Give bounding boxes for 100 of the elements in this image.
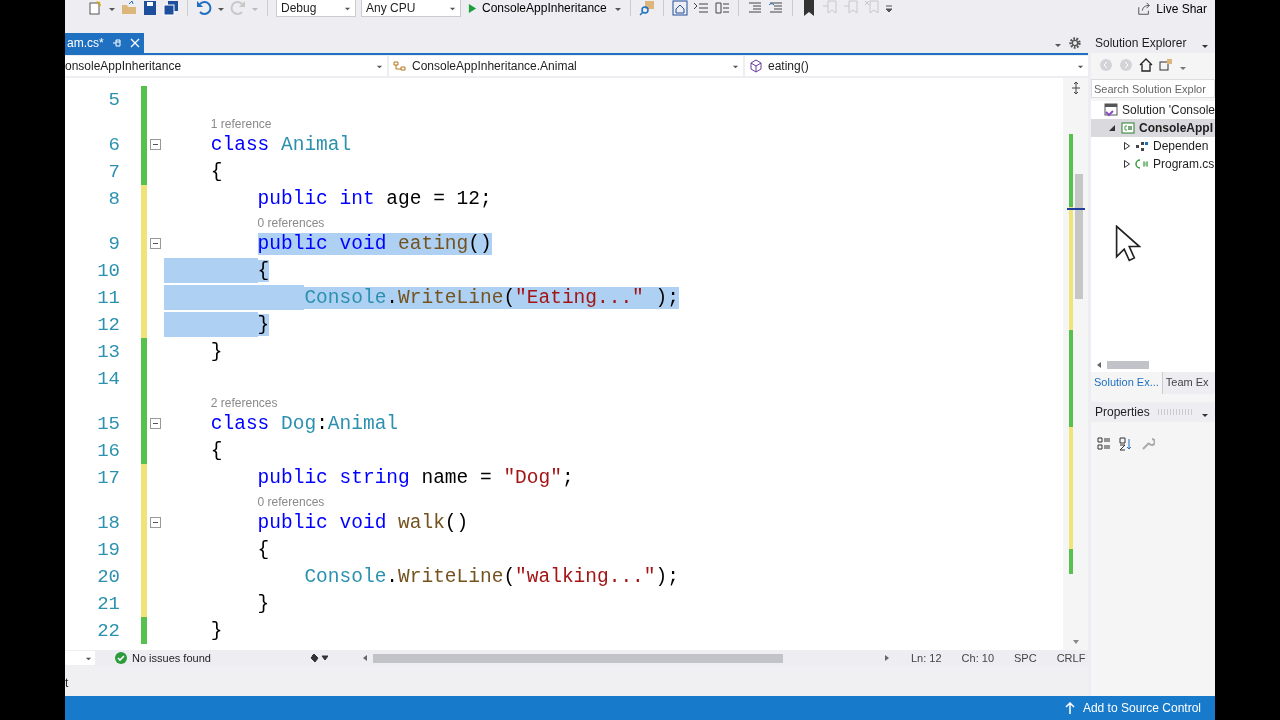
panel-tab[interactable]: Solution Ex... bbox=[1091, 372, 1163, 394]
code-line: } bbox=[257, 592, 270, 615]
line-number: 19 bbox=[96, 538, 121, 561]
split-icon[interactable] bbox=[1069, 82, 1082, 94]
line-number: 6 bbox=[107, 133, 121, 156]
dropdown-arrow-icon[interactable] bbox=[1054, 41, 1062, 49]
line-indicator: Ln: 12 bbox=[911, 652, 942, 664]
tree-item[interactable]: ConsoleAppI bbox=[1091, 119, 1215, 137]
alphabetical-sort-icon[interactable] bbox=[1119, 437, 1133, 451]
line-number: 22 bbox=[96, 619, 121, 642]
panel-title: Properties bbox=[1095, 405, 1150, 419]
codelens-reference[interactable]: 0 references bbox=[257, 495, 325, 509]
code-line: public void walk() bbox=[257, 511, 469, 534]
save-all-icon[interactable] bbox=[163, 0, 179, 16]
code-line: { bbox=[210, 160, 223, 183]
codelens-reference[interactable]: 1 reference bbox=[210, 117, 272, 131]
scroll-down-icon[interactable] bbox=[1071, 638, 1080, 646]
line-number: 9 bbox=[107, 232, 121, 255]
column-indicator: Ch: 10 bbox=[961, 652, 994, 664]
start-button[interactable]: ConsoleAppInheritance bbox=[466, 0, 609, 16]
document-tab[interactable]: am.cs* bbox=[65, 33, 144, 53]
dropdown-arrow-icon[interactable] bbox=[613, 5, 622, 13]
switch-views-icon[interactable] bbox=[1159, 58, 1173, 72]
line-number: 18 bbox=[96, 511, 121, 534]
collapse-icon[interactable] bbox=[150, 517, 161, 528]
search-field[interactable]: Search Solution Explor bbox=[1091, 79, 1215, 98]
cleanup-brush-icon[interactable] bbox=[310, 653, 328, 663]
home-icon[interactable] bbox=[1139, 58, 1153, 72]
settings-icon[interactable] bbox=[1068, 36, 1082, 50]
csharp-project-icon bbox=[1121, 121, 1135, 135]
dropdown-arrow-icon[interactable] bbox=[217, 5, 225, 13]
code-line: } bbox=[210, 619, 223, 642]
code-line: public int age = 12; bbox=[257, 187, 492, 210]
play-icon bbox=[468, 2, 477, 14]
issues-status[interactable]: No issues found bbox=[132, 652, 211, 664]
new-project-icon[interactable] bbox=[87, 0, 103, 16]
indent-icon[interactable] bbox=[692, 0, 709, 16]
close-icon[interactable] bbox=[129, 38, 140, 48]
type-dropdown[interactable]: ConsoleAppInheritance.Animal bbox=[389, 56, 743, 76]
project-dropdown[interactable]: onsoleAppInheritance bbox=[65, 56, 387, 76]
categorized-icon[interactable] bbox=[1097, 437, 1111, 451]
line-number: 15 bbox=[96, 412, 121, 435]
whitespace-indicator: SPC bbox=[1014, 652, 1037, 664]
save-icon[interactable] bbox=[142, 0, 158, 16]
code-line: { bbox=[257, 538, 270, 561]
line-number: 12 bbox=[96, 313, 121, 336]
collapsed-icon[interactable] bbox=[1123, 160, 1131, 168]
line-number: 21 bbox=[96, 592, 121, 615]
code-line: class Dog:Animal bbox=[210, 412, 399, 435]
line-number: 8 bbox=[107, 187, 121, 210]
pin-icon[interactable] bbox=[111, 38, 122, 48]
codelens-reference[interactable]: 2 references bbox=[210, 396, 278, 410]
collapse-icon[interactable] bbox=[150, 418, 161, 429]
expanded-icon[interactable] bbox=[1109, 124, 1117, 132]
add-to-source-control-button[interactable]: Add to Source Control bbox=[1058, 700, 1207, 716]
line-number: 11 bbox=[96, 286, 121, 309]
scroll-left-icon[interactable] bbox=[361, 654, 369, 662]
code-line: { bbox=[210, 439, 223, 462]
code-line: public string name = "Dog"; bbox=[257, 466, 574, 489]
find-in-files-icon[interactable] bbox=[638, 0, 655, 16]
collapsed-icon[interactable] bbox=[1123, 142, 1131, 150]
up-arrow-icon bbox=[1064, 702, 1075, 714]
scroll-right-icon[interactable] bbox=[883, 654, 891, 662]
line-number: 7 bbox=[107, 160, 121, 183]
code-line: Console.WriteLine("Eating..." ); bbox=[304, 286, 679, 309]
codelens-reference[interactable]: 0 references bbox=[257, 216, 325, 230]
output-text: t bbox=[65, 676, 69, 690]
line-number: 16 bbox=[96, 439, 121, 462]
tree-item[interactable]: Solution 'Console bbox=[1091, 101, 1215, 119]
collapse-icon[interactable] bbox=[150, 139, 161, 150]
panel-tab[interactable]: Team Ex bbox=[1162, 372, 1212, 394]
line-number: 10 bbox=[96, 259, 121, 282]
home-icon[interactable] bbox=[671, 0, 688, 16]
dropdown-arrow-icon[interactable] bbox=[108, 5, 116, 13]
member-dropdown[interactable]: eating() bbox=[745, 56, 1088, 76]
platform-dropdown[interactable]: Any CPU bbox=[361, 0, 461, 17]
live-share-button[interactable]: Live Shar bbox=[1137, 0, 1207, 17]
check-icon bbox=[115, 652, 127, 664]
share-icon bbox=[1137, 1, 1152, 16]
csharp-file-icon bbox=[1135, 157, 1149, 171]
scroll-left-icon[interactable] bbox=[1095, 361, 1103, 369]
tree-item[interactable]: Program.cs bbox=[1091, 155, 1215, 173]
panel-title: Solution Explorer bbox=[1095, 36, 1187, 50]
line-ending-indicator: CRLF bbox=[1056, 652, 1086, 664]
undo-icon[interactable] bbox=[196, 0, 212, 16]
horizontal-scrollbar[interactable] bbox=[361, 651, 891, 665]
mouse-cursor-icon bbox=[1115, 225, 1141, 263]
line-number: 13 bbox=[96, 340, 121, 363]
collapse-icon[interactable] bbox=[150, 238, 161, 249]
tree-item[interactable]: Dependen bbox=[1091, 137, 1215, 155]
line-number: 20 bbox=[96, 565, 121, 588]
code-line: public void eating() bbox=[257, 232, 492, 255]
code-line: } bbox=[210, 340, 223, 363]
class-icon bbox=[393, 59, 407, 73]
line-number: 5 bbox=[107, 88, 121, 111]
code-line: class Animal bbox=[210, 133, 352, 156]
cube-icon bbox=[749, 59, 763, 73]
dependencies-icon bbox=[1135, 139, 1149, 153]
configuration-dropdown[interactable]: Debug bbox=[276, 0, 356, 17]
overflow-icon[interactable] bbox=[884, 5, 893, 13]
